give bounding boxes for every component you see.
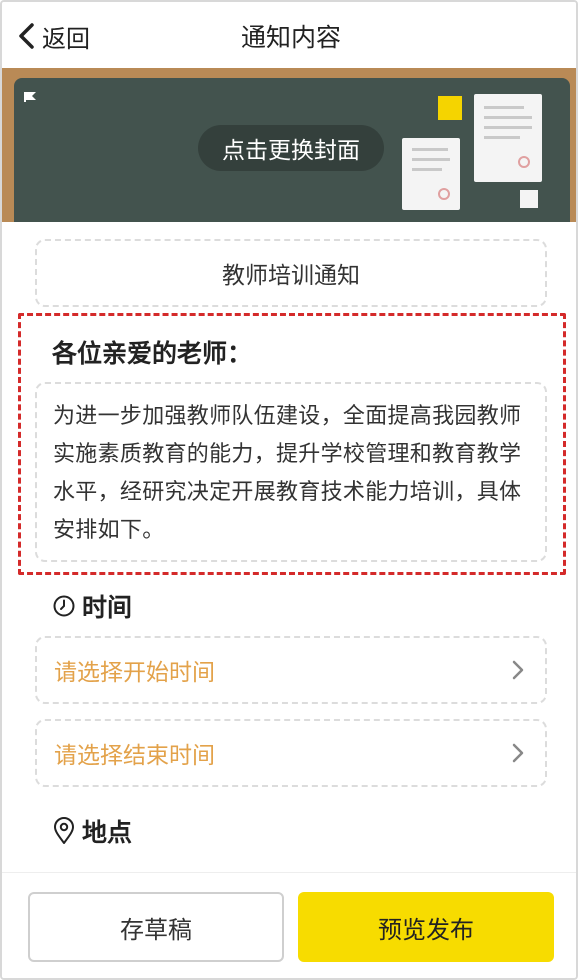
notice-body-text: 为进一步加强教师队伍建设，全面提高我园教师实施素质教育的能力，提升学校管理和教育… bbox=[53, 404, 522, 543]
top-nav-bar: 返回 通知内容 bbox=[2, 2, 576, 68]
end-time-picker[interactable]: 请选择结束时间 bbox=[35, 719, 547, 787]
change-cover-button[interactable]: 点击更换封面 bbox=[198, 125, 384, 171]
flag-icon bbox=[24, 92, 36, 102]
bottom-action-bar: 存草稿 预览发布 bbox=[2, 872, 576, 978]
location-section-label: 地点 bbox=[52, 813, 132, 849]
start-time-picker[interactable]: 请选择开始时间 bbox=[35, 636, 547, 704]
greeting-text: 各位亲爱的老师： bbox=[52, 339, 253, 368]
time-section-label: 时间 bbox=[52, 588, 132, 624]
phone-frame: 返回 通知内容 点击更换封面 教师培训通知 各位亲爱的老师： 为进一步加强教师队… bbox=[0, 0, 578, 980]
notice-title-field[interactable]: 教师培训通知 bbox=[35, 239, 547, 307]
paper-document-large bbox=[474, 94, 542, 182]
chevron-right-icon bbox=[512, 743, 524, 763]
paper-document-small bbox=[402, 138, 460, 210]
sticky-note-white bbox=[520, 190, 538, 208]
start-time-placeholder: 请选择开始时间 bbox=[54, 660, 215, 686]
page-title: 通知内容 bbox=[240, 23, 341, 52]
sticky-note-yellow bbox=[438, 96, 462, 120]
save-draft-button[interactable]: 存草稿 bbox=[28, 892, 284, 962]
location-pin-icon bbox=[54, 817, 74, 844]
end-time-placeholder: 请选择结束时间 bbox=[54, 743, 215, 769]
notice-body-field[interactable]: 为进一步加强教师队伍建设，全面提高我园教师实施素质教育的能力，提升学校管理和教育… bbox=[35, 382, 547, 562]
preview-publish-button[interactable]: 预览发布 bbox=[298, 892, 554, 962]
cover-image[interactable]: 点击更换封面 bbox=[2, 68, 576, 222]
time-label: 时间 bbox=[82, 593, 133, 622]
location-label: 地点 bbox=[82, 818, 133, 847]
chevron-right-icon bbox=[512, 660, 524, 680]
clock-icon bbox=[53, 595, 75, 617]
